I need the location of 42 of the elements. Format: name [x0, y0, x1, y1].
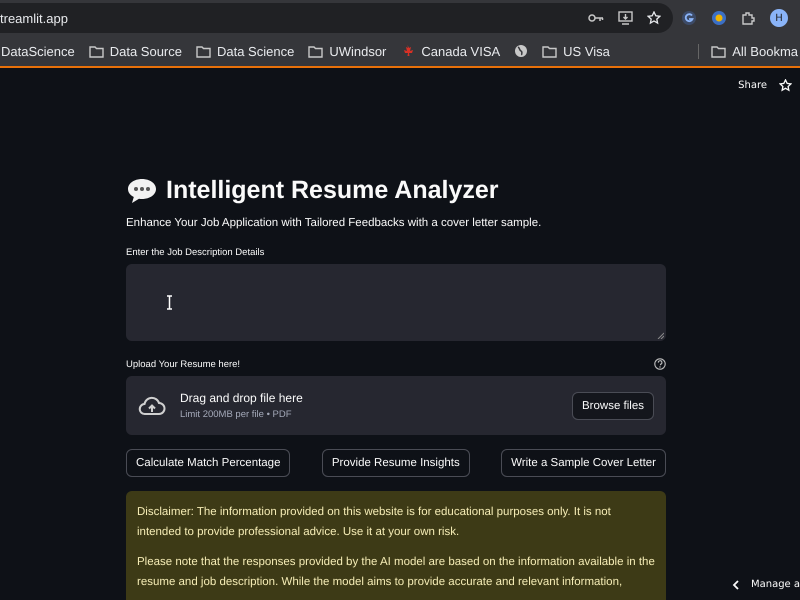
install-icon[interactable]	[618, 11, 633, 25]
folder-icon	[88, 44, 104, 58]
folder-icon	[196, 44, 211, 58]
manage-app-button[interactable]: Manage a	[750, 579, 800, 590]
bookmark-item[interactable]: DataScience	[1, 44, 75, 58]
speech-bubble-icon	[126, 176, 158, 204]
extensions-icon[interactable]	[741, 10, 756, 26]
cloud-upload-icon	[138, 396, 166, 416]
action-button[interactable]: Provide Resume Insights	[322, 449, 470, 477]
subtitle: Enhance Your Job Application with Tailored Feedbacks with a cover letter sample.	[126, 217, 542, 229]
drop-text: Drag and drop file here	[180, 391, 304, 405]
action-button[interactable]: Write a Sample Cover Letter	[501, 449, 666, 477]
browse-files-button[interactable]: Browse files	[572, 392, 654, 420]
folder-icon	[542, 44, 558, 58]
all-bookmarks-item[interactable]: All Bookma	[732, 44, 798, 58]
folder-icon	[308, 44, 324, 58]
profile-avatar[interactable]: H	[770, 9, 788, 27]
action-button[interactable]: Calculate Match Percentage	[126, 449, 290, 477]
url-text: treamlit.app	[0, 10, 69, 26]
disclaimer-text: Disclaimer: The information provided on this website is for educational purposes only. It is not intended to provide professional advice. Use it at your own risk.	[137, 505, 612, 540]
job-description-field[interactable]	[126, 264, 666, 341]
disclaimer-text: Please note that the responses provided by the AI model are based on the information available in the resume and job description. While the model aims to provide accurate and relevant information,	[137, 555, 655, 590]
bookmark-item[interactable]: UWindsor	[329, 44, 386, 58]
folder-icon	[711, 44, 726, 58]
file-limit-text: Limit 200MB per file • PDF	[180, 409, 293, 420]
g-extension-icon[interactable]	[681, 10, 697, 26]
key-icon[interactable]	[588, 13, 604, 23]
page-title: Intelligent Resume Analyzer	[166, 176, 498, 205]
file-uploader[interactable]: Drag and drop file here Limit 200MB per file • PDF Browse files	[126, 376, 666, 435]
bookmark-item[interactable]: US Visa	[563, 44, 610, 58]
star-icon[interactable]	[647, 11, 661, 25]
bookmark-item[interactable]: Data Source	[110, 44, 182, 58]
share-link[interactable]: Share	[738, 80, 767, 90]
help-icon[interactable]	[654, 358, 666, 370]
resize-grip-icon[interactable]	[657, 332, 664, 339]
address-bar[interactable]: treamlit.app	[0, 3, 673, 33]
bookmark-item[interactable]: Data Science	[216, 44, 294, 58]
bookmark-item[interactable]: Canada VISA	[421, 44, 500, 58]
chevron-left-icon[interactable]	[732, 580, 739, 590]
field-label: Upload Your Resume here!	[126, 358, 240, 370]
text-cursor-icon	[166, 295, 173, 310]
field-label: Enter the Job Description Details	[126, 247, 264, 258]
